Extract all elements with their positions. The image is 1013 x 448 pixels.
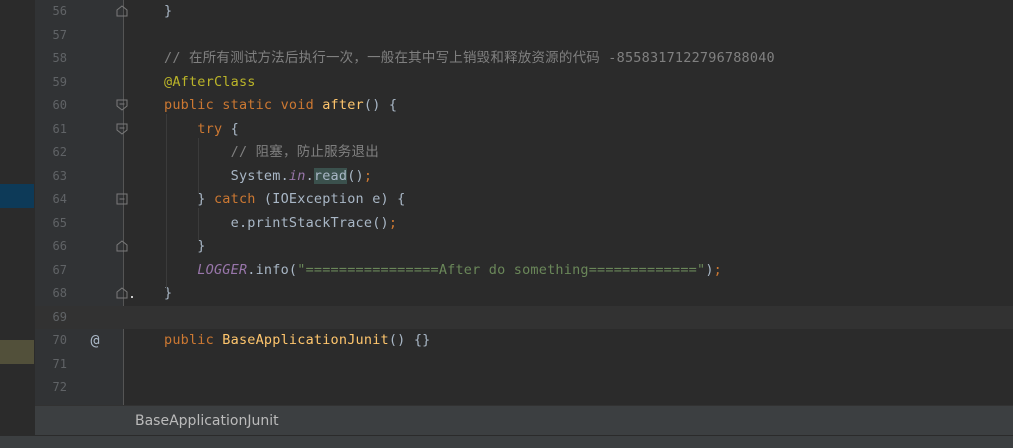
status-strip <box>0 435 1013 448</box>
line-number[interactable]: 66 <box>35 235 67 258</box>
fold-marker-icon[interactable] <box>116 123 128 135</box>
code-token: public static void <box>164 97 323 113</box>
indent-guide <box>198 137 199 194</box>
code-token: () {} <box>388 332 431 348</box>
code-token: in <box>288 167 306 184</box>
code-line[interactable]: public BaseApplicationJunit() {} <box>164 329 431 352</box>
code-token: after <box>322 97 364 113</box>
code-token: } <box>164 238 206 254</box>
code-token: read <box>313 167 348 184</box>
code-line[interactable]: } catch (IOException e) { <box>164 188 406 211</box>
left-tool-strip <box>0 0 36 447</box>
code-line[interactable]: // 在所有测试方法后执行一次，一般在其中写上销毁和释放资源的代码 -85583… <box>164 47 775 70</box>
code-token: @AfterClass <box>164 73 256 90</box>
code-token: ; <box>713 261 722 278</box>
fold-marker-icon[interactable] <box>116 99 128 111</box>
line-number[interactable]: 72 <box>35 376 67 399</box>
line-number[interactable]: 69 <box>35 306 67 329</box>
line-number[interactable]: 57 <box>35 24 67 47</box>
code-token: } <box>164 191 214 207</box>
code-token: BaseApplicationJunit <box>222 332 389 348</box>
code-token: catch <box>213 191 256 207</box>
strip-marker-blue <box>0 184 34 208</box>
code-token: .info( <box>247 261 298 278</box>
code-token: ; <box>388 214 398 231</box>
current-line-highlight <box>35 305 1013 329</box>
code-token: // 在所有测试方法后执行一次，一般在其中写上销毁和释放资源的代码 -85583… <box>164 50 775 66</box>
code-line[interactable]: @AfterClass <box>164 71 256 94</box>
code-line[interactable]: try { <box>164 118 239 141</box>
line-number[interactable]: 71 <box>35 353 67 376</box>
strip-marker-amber <box>0 340 34 364</box>
code-token: ) <box>705 261 714 278</box>
code-line[interactable]: // 阻塞，防止服务退出 <box>164 141 379 164</box>
code-token: // 阻塞，防止服务退出 <box>230 144 379 160</box>
line-number[interactable]: 64 <box>35 188 67 211</box>
code-line[interactable]: System.in.read(); <box>164 165 372 188</box>
code-line[interactable]: LOGGER.info("================After do so… <box>164 259 722 282</box>
fold-marker-icon[interactable] <box>116 193 128 205</box>
code-token: public <box>164 332 223 348</box>
breadcrumb-class-name[interactable]: BaseApplicationJunit <box>135 406 279 436</box>
line-number[interactable]: 60 <box>35 94 67 117</box>
line-number[interactable]: 62 <box>35 141 67 164</box>
code-token: (IOException e) { <box>255 191 406 207</box>
code-token: . <box>305 167 314 184</box>
fold-marker-icon[interactable] <box>116 240 128 252</box>
code-line[interactable]: public static void after() { <box>164 94 397 117</box>
code-token: } <box>164 3 173 19</box>
breadcrumb: BaseApplicationJunit <box>35 405 1013 436</box>
line-number[interactable]: 56 <box>35 0 67 23</box>
code-line[interactable]: } <box>164 235 206 258</box>
line-number[interactable]: 63 <box>35 165 67 188</box>
fold-marker-icon[interactable] <box>116 287 128 299</box>
code-token: LOGGER <box>197 261 248 278</box>
line-number[interactable]: 70 <box>35 329 67 352</box>
line-number[interactable]: 67 <box>35 259 67 282</box>
text-caret <box>131 296 133 298</box>
line-number[interactable]: 65 <box>35 212 67 235</box>
line-number[interactable]: 59 <box>35 71 67 94</box>
code-line[interactable]: } <box>164 0 172 23</box>
code-token: { <box>222 120 239 137</box>
code-token: try <box>197 120 223 137</box>
indent-guide <box>198 208 199 241</box>
code-token: () { <box>363 97 398 113</box>
code-token: () <box>347 167 364 184</box>
code-token: ; <box>363 167 373 184</box>
indent-guide <box>166 114 167 288</box>
line-number[interactable]: 58 <box>35 47 67 70</box>
line-number[interactable]: 61 <box>35 118 67 141</box>
code-token: System. <box>164 167 289 184</box>
line-number[interactable]: 68 <box>35 282 67 305</box>
fold-marker-icon[interactable] <box>116 5 128 17</box>
at-icon[interactable]: @ <box>86 331 104 349</box>
code-token: "================After do something=====… <box>297 261 706 278</box>
